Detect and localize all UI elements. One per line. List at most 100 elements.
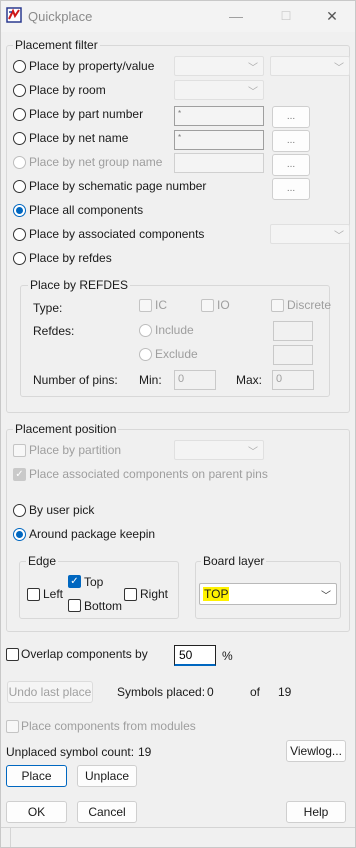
edge-group-label: Edge	[26, 554, 59, 568]
exclude-field[interactable]	[273, 345, 313, 365]
board-layer-value: TOP	[203, 587, 230, 601]
max-pins-field[interactable]: 0	[272, 370, 314, 390]
checkbox-overlap[interactable]	[6, 648, 19, 661]
label-associated-parent-pins: Place associated components on parent pi…	[29, 467, 268, 481]
minimize-button[interactable]: —	[226, 6, 246, 26]
chevron-down-icon: ﹀	[248, 87, 258, 98]
maximize-button[interactable]: ☐	[276, 6, 296, 26]
part-number-browse-button[interactable]: ...	[272, 106, 310, 128]
window-title: Quickplace	[28, 9, 93, 24]
min-pins-field[interactable]: 0	[174, 370, 216, 390]
label-include: Include	[155, 323, 194, 337]
close-button[interactable]: ✕	[322, 6, 342, 26]
include-field[interactable]	[273, 321, 313, 341]
label-by-partition: Place by partition	[29, 443, 122, 457]
pins-label: Number of pins:	[33, 373, 118, 387]
unplaced-label: Unplaced symbol count:	[6, 745, 135, 759]
symbols-placed-count: 0	[207, 685, 214, 699]
label-by-user-pick: By user pick	[29, 503, 95, 517]
radio-include[interactable]	[139, 324, 152, 337]
radio-associated[interactable]	[13, 228, 26, 241]
label-schematic-page: Place by schematic page number	[29, 179, 207, 193]
label-property-value: Place by property/value	[29, 59, 155, 73]
chevron-down-icon: ﹀	[248, 63, 258, 74]
schematic-page-browse-button[interactable]: ...	[272, 178, 310, 200]
chevron-down-icon: ﹀	[334, 63, 344, 74]
board-layer-label: Board layer	[201, 554, 267, 568]
radio-property-value[interactable]	[13, 60, 26, 73]
associated-combo[interactable]: ﹀	[270, 224, 350, 244]
radio-schematic-page[interactable]	[13, 180, 26, 193]
checkbox-modules[interactable]	[6, 720, 19, 733]
chevron-down-icon: ﹀	[321, 591, 331, 602]
label-net-name: Place by net name	[29, 131, 129, 145]
checkbox-discrete[interactable]	[271, 299, 284, 312]
net-group-browse-button[interactable]: ...	[272, 154, 310, 176]
label-edge-top: Top	[84, 575, 104, 589]
overlap-field[interactable]: 50	[174, 645, 216, 666]
viewlog-button[interactable]: Viewlog...	[286, 740, 346, 762]
unplace-button[interactable]: Unplace	[77, 765, 137, 787]
radio-room[interactable]	[13, 84, 26, 97]
label-net-group-name: Place by net group name	[29, 155, 163, 169]
placement-position-label: Placement position	[13, 422, 119, 436]
app-icon	[6, 7, 22, 23]
property-combo[interactable]: ﹀	[174, 56, 264, 76]
radio-all-components[interactable]	[13, 204, 26, 217]
net-name-browse-button[interactable]: ...	[272, 130, 310, 152]
chevron-down-icon: ﹀	[334, 231, 344, 242]
part-number-field[interactable]: *	[174, 106, 264, 126]
checkbox-edge-top[interactable]: ✓	[68, 575, 81, 588]
unplaced-count: 19	[138, 745, 152, 759]
radio-around-keepin[interactable]	[13, 528, 26, 541]
help-button[interactable]: Help	[286, 801, 346, 823]
value-combo[interactable]: ﹀	[270, 56, 350, 76]
label-refdes: Place by refdes	[29, 251, 112, 265]
checkbox-ic[interactable]	[139, 299, 152, 312]
checkbox-associated-parent-pins[interactable]: ✓	[13, 468, 26, 481]
label-part-number: Place by part number	[29, 107, 144, 121]
checkbox-edge-bottom[interactable]	[68, 599, 81, 612]
room-combo[interactable]: ﹀	[174, 80, 264, 100]
symbols-total-count: 19	[278, 685, 292, 699]
label-overlap: Overlap components by	[21, 647, 148, 661]
min-label: Min:	[139, 373, 162, 387]
overlap-unit: %	[222, 649, 233, 663]
label-all-components: Place all components	[29, 203, 144, 217]
radio-refdes[interactable]	[13, 252, 26, 265]
partition-combo[interactable]: ﹀	[174, 440, 264, 460]
checkbox-edge-left[interactable]	[27, 588, 40, 601]
refdes-group-label: Place by REFDES	[28, 278, 131, 292]
radio-part-number[interactable]	[13, 108, 26, 121]
ok-button[interactable]: OK	[6, 801, 67, 823]
placement-filter-label: Placement filter	[13, 38, 100, 52]
net-name-field[interactable]: *	[174, 130, 264, 150]
symbols-placed-of: of	[250, 685, 261, 699]
label-associated: Place by associated components	[29, 227, 205, 241]
label-modules: Place components from modules	[21, 719, 196, 733]
board-layer-select[interactable]: TOP ﹀	[199, 583, 337, 605]
refdes-label: Refdes:	[33, 324, 75, 338]
radio-net-group-name[interactable]	[13, 156, 26, 169]
radio-exclude[interactable]	[139, 348, 152, 361]
undo-last-place-button[interactable]: Undo last place	[7, 681, 93, 703]
cancel-button[interactable]: Cancel	[77, 801, 137, 823]
label-exclude: Exclude	[155, 347, 198, 361]
label-discrete: Discrete	[287, 298, 332, 312]
label-edge-right: Right	[140, 587, 169, 601]
label-around-keepin: Around package keepin	[29, 527, 156, 541]
checkbox-by-partition[interactable]	[13, 444, 26, 457]
label-io: IO	[217, 298, 230, 312]
checkbox-edge-right[interactable]	[124, 588, 137, 601]
label-ic: IC	[155, 298, 167, 312]
checkbox-io[interactable]	[201, 299, 214, 312]
symbols-placed-label: Symbols placed:	[117, 685, 206, 699]
label-room: Place by room	[29, 83, 106, 97]
label-edge-left: Left	[43, 587, 64, 601]
status-bar-divider	[0, 827, 356, 828]
net-group-field[interactable]	[174, 153, 264, 173]
status-bar-separator	[10, 827, 11, 847]
radio-net-name[interactable]	[13, 132, 26, 145]
radio-by-user-pick[interactable]	[13, 504, 26, 517]
place-button[interactable]: Place	[6, 765, 67, 787]
